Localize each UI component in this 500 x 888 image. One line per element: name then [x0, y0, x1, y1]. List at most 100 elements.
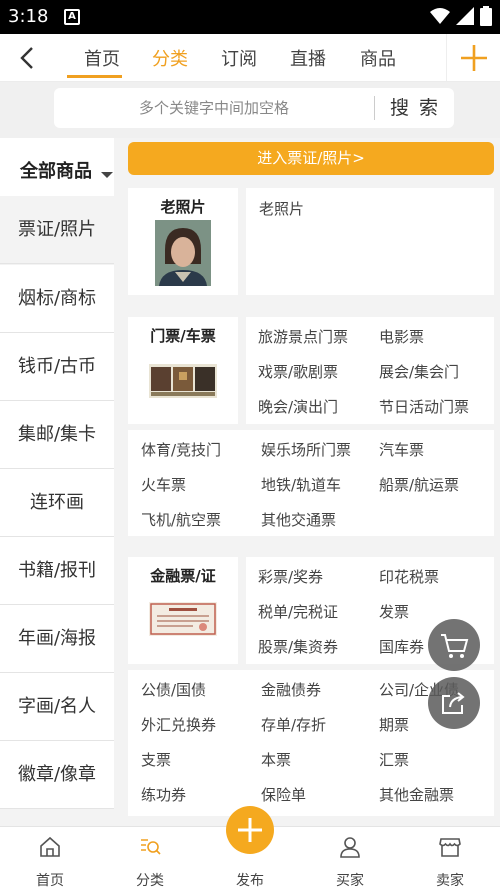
subcategory-item[interactable]: 老照片	[259, 198, 304, 219]
shop-icon	[439, 838, 461, 857]
subcategory-item[interactable]: 地铁/轨道车	[261, 474, 341, 495]
notification-icon: A	[64, 9, 80, 25]
subcategory-item[interactable]: 支票	[141, 749, 171, 770]
subcategory-item[interactable]: 税单/完税证	[258, 601, 338, 622]
subcategory-item[interactable]: 飞机/航空票	[141, 509, 221, 530]
subcategory-item[interactable]: 戏票/歌剧票	[258, 361, 338, 382]
subcategory-item[interactable]: 节日活动门票	[379, 396, 469, 417]
tab-home[interactable]: 首页	[84, 45, 120, 71]
status-right	[430, 6, 492, 26]
tickets-subcard-top: 旅游景点门票 电影票 戏票/歌剧票 展会/集会门 晚会/演出门 节日活动门票	[246, 317, 494, 424]
plus-icon	[461, 45, 487, 71]
wifi-icon	[430, 8, 450, 24]
bottom-tab-home[interactable]: 首页	[0, 827, 100, 888]
subcategory-item[interactable]: 公债/国债	[141, 679, 206, 700]
subcategory-item[interactable]: 旅游景点门票	[258, 326, 348, 347]
ticket-thumbnail	[149, 364, 217, 398]
subcategory-item[interactable]: 金融债券	[261, 679, 321, 700]
bond-thumbnail	[149, 602, 217, 636]
tickets-card[interactable]: 门票/车票	[128, 317, 238, 424]
search-box: 搜 索	[54, 88, 454, 128]
caret-down-icon	[101, 172, 113, 178]
bottom-tab-label: 买家	[336, 873, 364, 888]
subcategory-item[interactable]: 存单/存折	[261, 714, 326, 735]
tab-underline	[67, 75, 122, 78]
tab-fade	[400, 34, 445, 81]
top-nav: 首页 分类 订阅 直播 商品	[0, 34, 500, 82]
share-button[interactable]	[428, 677, 480, 729]
subcategory-item[interactable]: 汇票	[379, 749, 409, 770]
bottom-tab-buyer[interactable]: 买家	[300, 827, 400, 888]
enter-category-banner[interactable]: 进入票证/照片>	[128, 142, 494, 175]
sidebar-item-cigarette-labels[interactable]: 烟标/商标	[0, 265, 114, 333]
status-time: 3:18	[8, 6, 49, 27]
sidebar-item-badges[interactable]: 徽章/像章	[0, 741, 114, 809]
portrait-photo-thumbnail	[155, 220, 211, 286]
subcategory-item[interactable]: 娱乐场所门票	[261, 439, 351, 460]
sidebar-item-books[interactable]: 书籍/报刊	[0, 537, 114, 605]
tab-live[interactable]: 直播	[290, 45, 326, 71]
subcategory-item[interactable]: 练功券	[141, 784, 186, 805]
subcategory-item[interactable]: 火车票	[141, 474, 186, 495]
subcategory-item[interactable]: 展会/集会门	[379, 361, 459, 382]
publish-button[interactable]	[226, 806, 274, 854]
category-sidebar: 全部商品 票证/照片 烟标/商标 钱币/古币 集邮/集卡 连环画 书籍/报刊 年…	[0, 138, 114, 826]
subcategory-item[interactable]: 汽车票	[379, 439, 424, 460]
sidebar-item-tickets-photos[interactable]: 票证/照片	[0, 196, 114, 264]
subcategory-item[interactable]: 期票	[379, 714, 409, 735]
share-icon	[442, 692, 465, 714]
back-icon[interactable]	[14, 44, 42, 72]
tickets-title: 门票/车票	[150, 327, 216, 345]
old-photo-title: 老照片	[160, 198, 206, 216]
sidebar-item-calligraphy[interactable]: 字画/名人	[0, 673, 114, 741]
sidebar-item-posters[interactable]: 年画/海报	[0, 605, 114, 673]
subcategory-item[interactable]: 体育/竞技门	[141, 439, 221, 460]
signal-icon	[456, 7, 474, 25]
subcategory-item[interactable]: 国库券	[379, 636, 424, 657]
bottom-tab-seller[interactable]: 卖家	[400, 827, 500, 888]
bottom-tab-category[interactable]: 分类	[100, 827, 200, 888]
all-goods-dropdown[interactable]: 全部商品	[0, 138, 114, 196]
subcategory-item[interactable]: 其他金融票	[379, 784, 454, 805]
subcategory-item[interactable]: 外汇兑换券	[141, 714, 216, 735]
cart-icon	[441, 634, 469, 658]
bottom-tab-label: 分类	[136, 873, 164, 888]
search-divider	[374, 96, 375, 120]
old-photo-card[interactable]: 老照片	[128, 188, 238, 295]
finance-card[interactable]: 金融票/证	[128, 557, 238, 664]
person-icon	[340, 837, 360, 858]
subcategory-item[interactable]: 印花税票	[379, 566, 439, 587]
tab-category[interactable]: 分类	[152, 45, 188, 71]
subcategory-item[interactable]: 保险单	[261, 784, 306, 805]
tab-goods[interactable]: 商品	[360, 45, 396, 71]
sidebar-item-stamps[interactable]: 集邮/集卡	[0, 401, 114, 469]
battery-icon	[480, 6, 492, 26]
search-bar: 搜 索	[0, 82, 500, 138]
subcategory-item[interactable]: 本票	[261, 749, 291, 770]
old-photo-subcard: 老照片	[246, 188, 494, 295]
search-input[interactable]	[54, 88, 374, 128]
tab-subscribe[interactable]: 订阅	[221, 45, 257, 71]
search-button[interactable]: 搜 索	[376, 88, 454, 128]
sidebar-item-comics[interactable]: 连环画	[0, 469, 114, 537]
plus-icon	[238, 818, 262, 842]
cart-button[interactable]	[428, 619, 480, 671]
subcategory-item[interactable]: 其他交通票	[261, 509, 336, 530]
subcategory-item[interactable]: 晚会/演出门	[258, 396, 338, 417]
subcategory-item[interactable]: 彩票/奖券	[258, 566, 323, 587]
subcategory-item[interactable]: 船票/航运票	[379, 474, 459, 495]
bottom-tab-label: 首页	[36, 873, 64, 888]
add-channel-button[interactable]	[446, 34, 500, 81]
category-search-icon	[141, 839, 161, 855]
home-icon	[40, 836, 60, 857]
bottom-tab-label: 发布	[236, 873, 264, 888]
finance-title: 金融票/证	[150, 567, 216, 585]
status-bar: 3:18 A	[0, 0, 500, 34]
subcategory-item[interactable]: 股票/集资券	[258, 636, 338, 657]
subcategory-item[interactable]: 发票	[379, 601, 409, 622]
all-goods-label: 全部商品	[20, 161, 92, 182]
sidebar-item-coins[interactable]: 钱币/古币	[0, 333, 114, 401]
bottom-tab-label: 卖家	[436, 873, 464, 888]
tickets-subcard-bottom: 体育/竞技门 娱乐场所门票 汽车票 火车票 地铁/轨道车 船票/航运票 飞机/航…	[128, 430, 494, 536]
subcategory-item[interactable]: 电影票	[379, 326, 424, 347]
